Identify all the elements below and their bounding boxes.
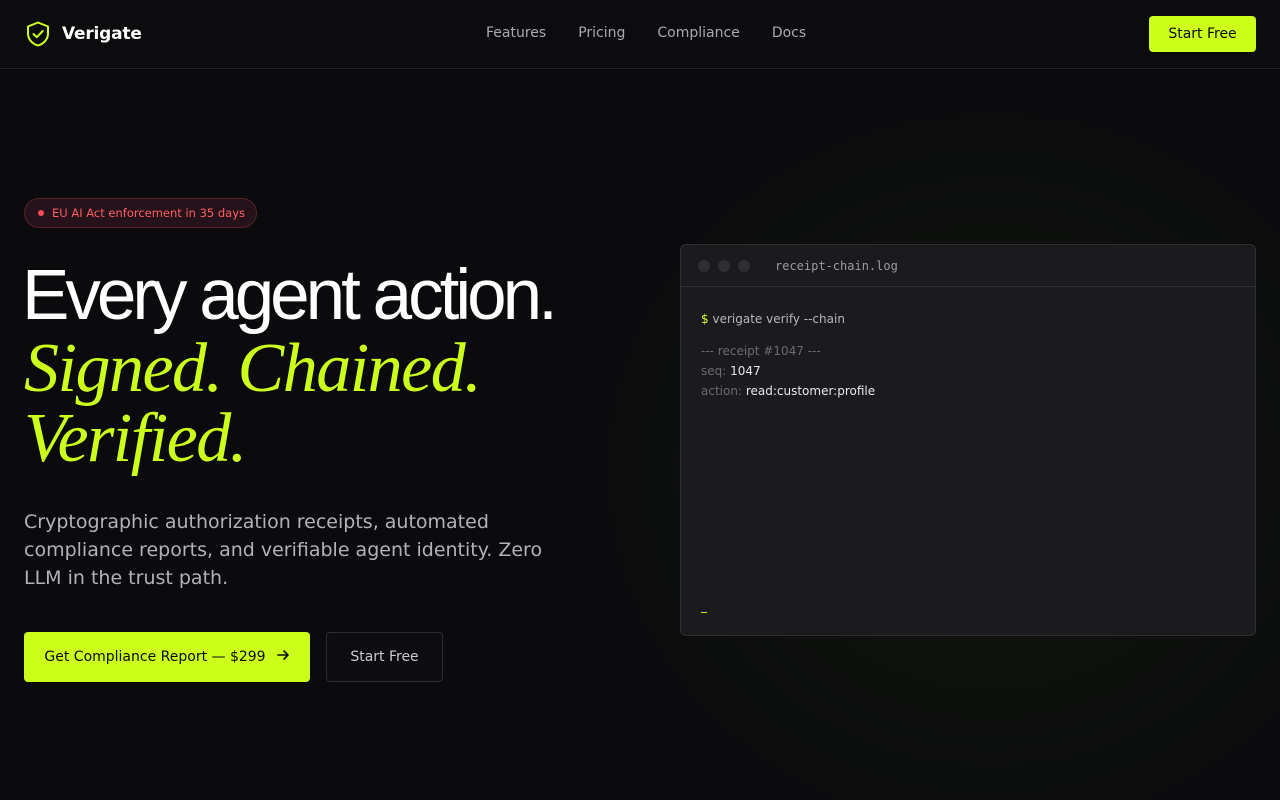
hero-accent-line-2: Verified. [24, 400, 247, 477]
main-nav: Features Pricing Compliance Docs [486, 25, 806, 41]
hero-subcopy: Cryptographic authorization receipts, au… [24, 511, 543, 589]
terminal-title-bar: receipt-chain.log [681, 245, 1255, 287]
shield-check-icon [24, 20, 52, 48]
terminal-command: verigate verify --chain [712, 312, 845, 326]
terminal-prompt: $ [701, 312, 709, 326]
get-compliance-report-button[interactable]: Get Compliance Report — $299 [24, 632, 310, 682]
nav-link-docs[interactable]: Docs [772, 25, 806, 41]
window-minimize-dot [718, 259, 730, 272]
terminal-title: receipt-chain.log [775, 258, 898, 273]
alert-dot-icon [38, 210, 44, 216]
window-close-dot [698, 259, 710, 272]
receipt-header: --- receipt #1047 --- [701, 344, 821, 358]
terminal-command-line: $ verigate verify --chain [701, 309, 1235, 329]
badge-text: EU AI Act enforcement in 35 days [52, 206, 246, 220]
terminal-window: receipt-chain.log $ verigate verify --ch… [680, 244, 1256, 636]
hero-accent-line-1: Signed. Chained. [24, 330, 482, 407]
field-key: seq: [701, 364, 727, 378]
brand-name: Verigate [62, 24, 142, 44]
terminal-cursor: _ [701, 599, 707, 613]
enforcement-badge: EU AI Act enforcement in 35 days [24, 198, 257, 228]
terminal-body: $ verigate verify --chain --- receipt #1… [681, 287, 1255, 613]
nav-link-pricing[interactable]: Pricing [578, 25, 625, 41]
receipt-field-action: action: read:customer:profile [701, 381, 1235, 401]
arrow-right-icon [276, 648, 290, 666]
hero-headline: Every agent action. [22, 256, 558, 335]
field-value: read:customer:profile [745, 384, 876, 398]
nav-link-features[interactable]: Features [486, 25, 546, 41]
receipt-field-seq: seq: 1047 [701, 361, 1235, 381]
brand[interactable]: Verigate [24, 20, 142, 48]
nav-link-compliance[interactable]: Compliance [657, 25, 739, 41]
header-start-free-button[interactable]: Start Free [1149, 16, 1256, 52]
hero-start-free-button[interactable]: Start Free [326, 632, 443, 682]
field-key: action: [701, 384, 742, 398]
field-value: 1047 [730, 364, 761, 378]
primary-cta-label: Get Compliance Report — $299 [44, 649, 266, 665]
window-maximize-dot [738, 259, 750, 272]
top-navigation-bar: Verigate Features Pricing Compliance Doc… [0, 0, 1280, 69]
